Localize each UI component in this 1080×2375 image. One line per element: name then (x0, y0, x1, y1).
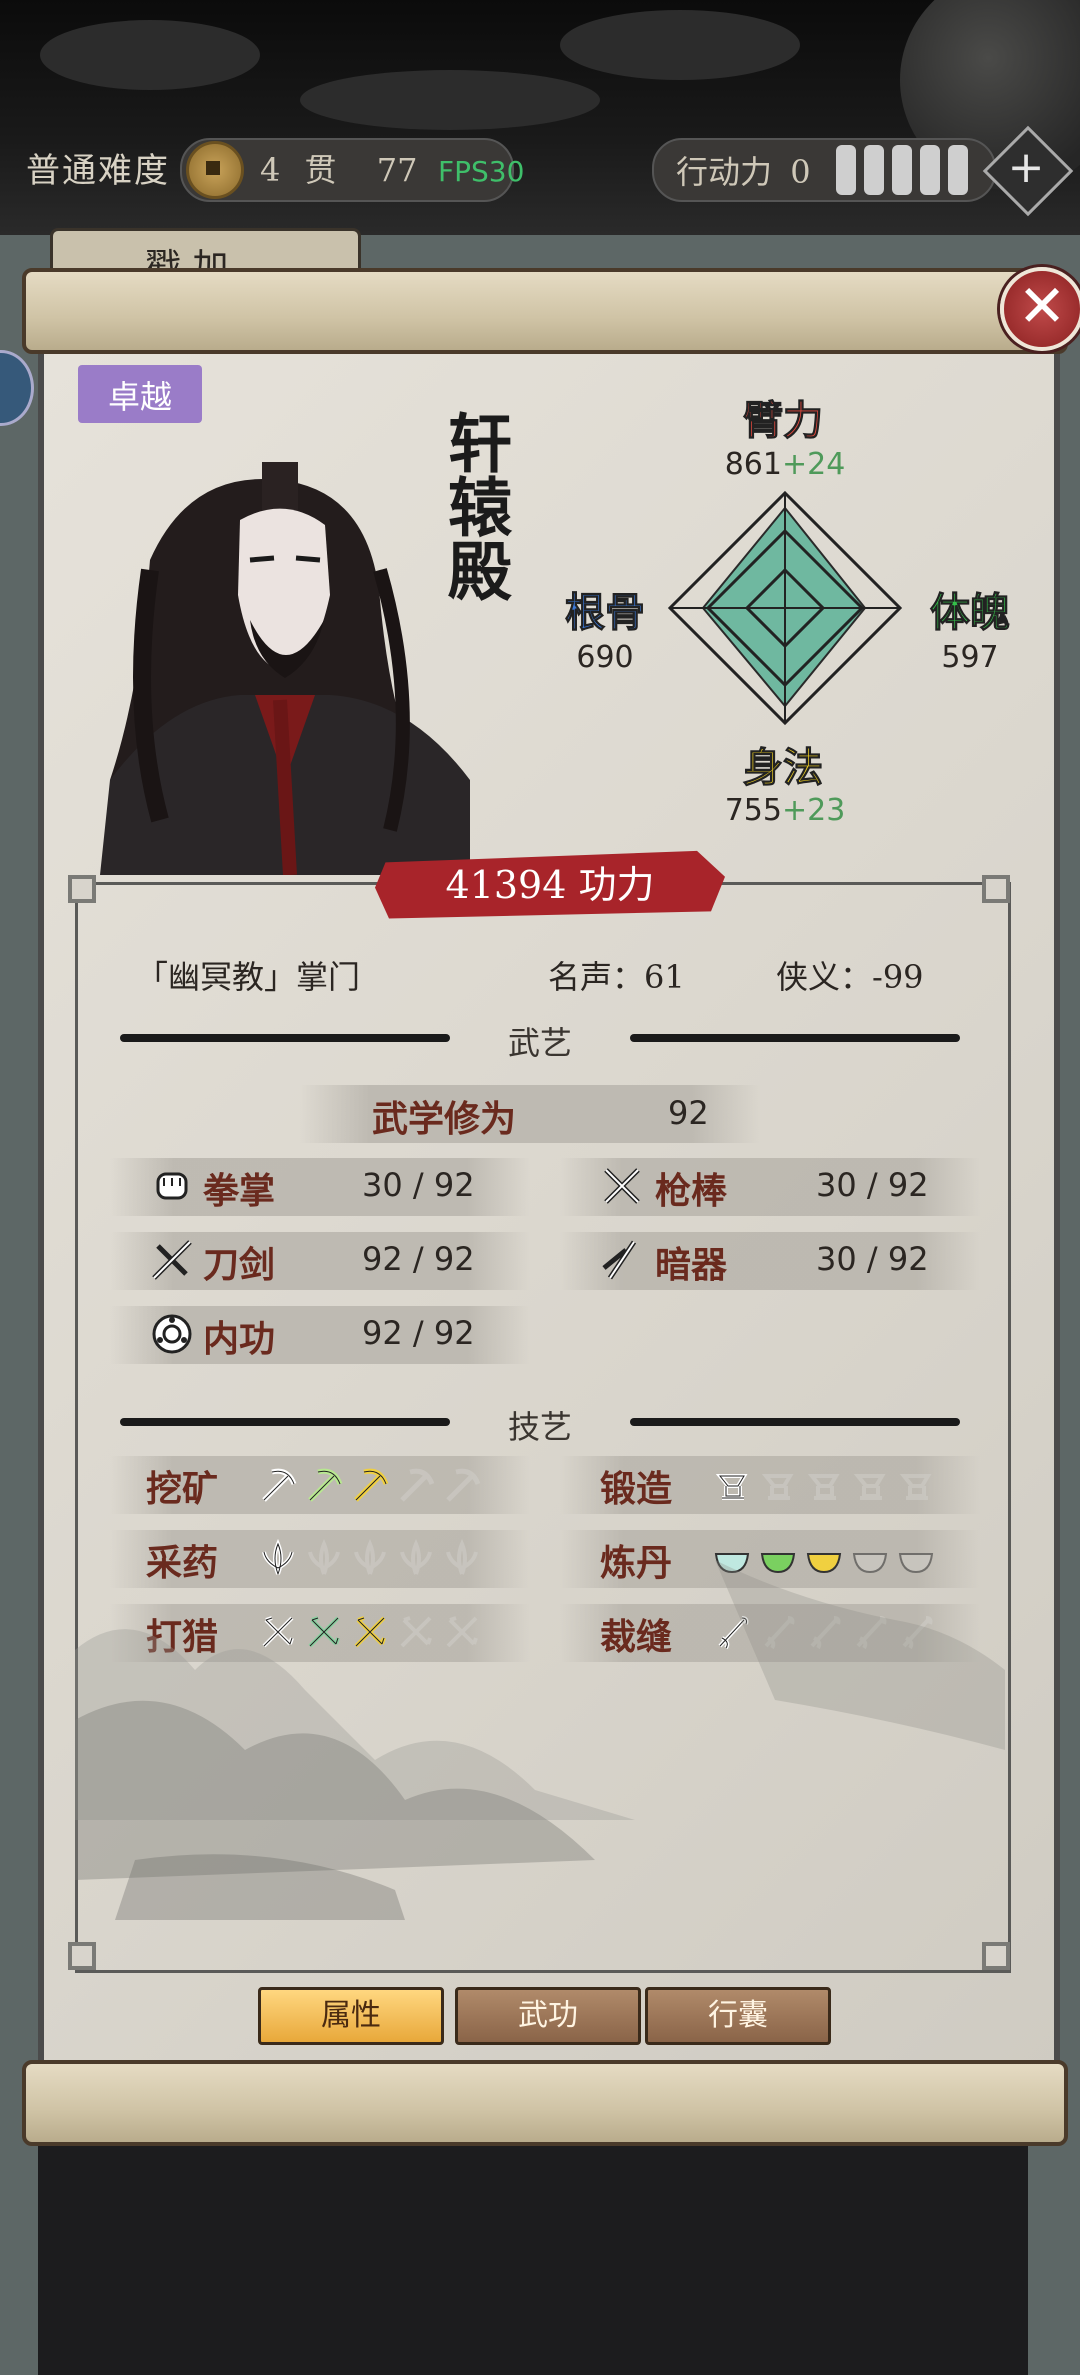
stat-radar-chart (667, 490, 903, 726)
crafts-section-title: 技艺 (507, 1408, 572, 1446)
action-points-value: 0 (790, 153, 811, 191)
dart-icon (602, 1240, 637, 1280)
close-icon[interactable]: ✕ (1000, 268, 1080, 344)
cloud-decoration (300, 70, 600, 130)
skill-value: 92 / 92 (362, 1314, 475, 1352)
fame-value: 名声：61 (548, 958, 685, 996)
stat-agility-label: 身法 (743, 744, 824, 792)
plus-icon[interactable]: + (1006, 141, 1046, 195)
frame-corner (982, 875, 1010, 903)
craft-name: 挖矿 (146, 1468, 219, 1510)
pickaxe-icon (258, 1464, 298, 1504)
skill-value: 30 / 92 (362, 1166, 475, 1204)
action-points-bars (836, 145, 968, 195)
tab-inventory-label: 行囊 (708, 1998, 768, 2033)
cultivation-label: 武学修为 (372, 1098, 517, 1140)
character-name: 轩辕殿 (437, 410, 512, 602)
action-points-display: 行动力 0 (676, 147, 811, 193)
fist-icon (156, 1172, 188, 1200)
stat-strength-value: 861+24 (680, 447, 890, 482)
cloud-decoration (560, 10, 800, 80)
frame-corner (68, 875, 96, 903)
sect-title: 「幽冥教」掌门 (136, 958, 361, 996)
scroll-bottom-rod (22, 2060, 1068, 2146)
skill-value: 30 / 92 (816, 1240, 929, 1278)
action-points-label: 行动力 (676, 153, 773, 191)
power-value: 41394 功力 (445, 863, 655, 907)
stat-bone-label: 根骨 (565, 589, 646, 637)
action-bar-segment (864, 145, 884, 195)
tab-attributes[interactable]: 属性 (258, 1987, 444, 2045)
divider-line (630, 1418, 960, 1426)
divider-line (630, 1034, 960, 1042)
divider-line (120, 1034, 450, 1042)
pickaxe-icon (396, 1464, 436, 1504)
martial-section-title: 武艺 (507, 1024, 572, 1062)
pickaxe-level-icons (258, 1464, 482, 1504)
tab-attributes-label: 属性 (321, 1998, 381, 2033)
tab-martial-arts[interactable]: 武功 (455, 1987, 641, 2045)
coin-icon (186, 141, 244, 199)
spear-icon (604, 1168, 640, 1204)
anvil-icon (850, 1464, 890, 1504)
stat-constitution-label: 体魄 (930, 589, 1011, 637)
difficulty-label: 普通难度 (26, 151, 170, 191)
skill-name: 内功 (203, 1318, 276, 1360)
stat-agility-bonus: +23 (781, 793, 846, 828)
tab-martial-arts-label: 武功 (518, 1998, 578, 2033)
stat-strength-number: 861 (724, 447, 782, 482)
action-bar-segment (920, 145, 940, 195)
bottom-panel (38, 2120, 1028, 2375)
status-row: 普通难度 4 贯 77 FPS30 行动力 0 + (0, 125, 1080, 217)
currency-display: 4 贯 77 (260, 145, 417, 191)
mountain-ink-painting (75, 1560, 1005, 1920)
side-badge-icon (0, 350, 34, 426)
sword-icon (152, 1240, 192, 1280)
skill-name: 刀剑 (203, 1244, 276, 1286)
anvil-icon (758, 1464, 798, 1504)
fps-counter: FPS30 (438, 155, 525, 188)
skill-value: 30 / 92 (816, 1166, 929, 1204)
stat-agility-value: 755+23 (680, 793, 890, 828)
craft-name: 锻造 (600, 1468, 673, 1510)
skill-value: 92 / 92 (362, 1240, 475, 1278)
pickaxe-icon (304, 1464, 344, 1504)
anvil-icon (712, 1464, 752, 1504)
pickaxe-icon (442, 1464, 482, 1504)
stat-bone-value: 690 (576, 640, 634, 675)
tab-inventory[interactable]: 行囊 (645, 1987, 831, 2045)
currency-sub: 77 (376, 151, 418, 189)
action-bar-segment (948, 145, 968, 195)
anvil-icon (804, 1464, 844, 1504)
divider-line (120, 1418, 450, 1426)
anvil-level-icons (712, 1464, 936, 1504)
cloud-decoration (40, 20, 260, 90)
pickaxe-icon (350, 1464, 390, 1504)
scroll-top-rod (22, 268, 1068, 354)
anvil-icon (896, 1464, 936, 1504)
skill-name: 枪棒 (655, 1170, 728, 1212)
rank-label: 卓越 (107, 378, 172, 416)
character-portrait (100, 462, 470, 875)
action-bar-segment (892, 145, 912, 195)
stat-strength-label: 臂力 (743, 397, 824, 445)
cultivation-value: 92 (668, 1094, 709, 1132)
action-bar-segment (836, 145, 856, 195)
currency-amount: 4 (260, 151, 281, 189)
currency-unit: 贯 (304, 151, 337, 189)
chivalry-value: 侠义：-99 (776, 958, 924, 996)
stat-strength-bonus: +24 (781, 447, 846, 482)
stat-constitution-value: 597 (941, 640, 999, 675)
inner-power-icon (152, 1314, 192, 1354)
stat-agility-number: 755 (724, 793, 782, 828)
skill-name: 拳掌 (203, 1170, 276, 1212)
skill-name: 暗器 (655, 1244, 728, 1286)
